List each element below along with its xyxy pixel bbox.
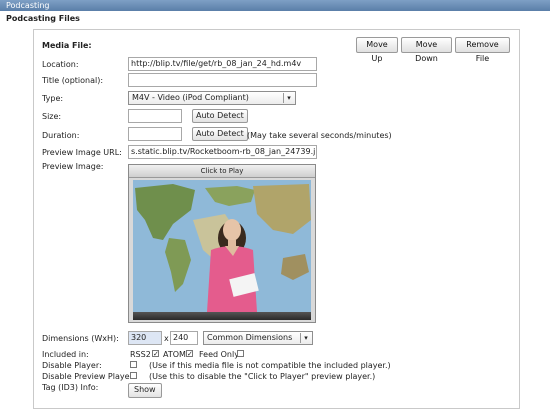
- included-in-label: Included in:: [42, 350, 89, 359]
- disable-preview-note: (Use this to disable the "Click to Playe…: [149, 372, 376, 381]
- remove-file-button[interactable]: Remove File: [455, 37, 510, 63]
- atom-checkbox[interactable]: ✓: [186, 350, 193, 358]
- media-file-panel: Media File: Move Up Move Down Remove Fil…: [33, 29, 520, 409]
- dimensions-separator: x: [164, 334, 169, 343]
- chevron-down-icon: ▾: [283, 93, 294, 103]
- duration-auto-detect-button[interactable]: Auto Detect: [192, 127, 248, 141]
- preview-image[interactable]: [133, 180, 311, 312]
- player-controls[interactable]: [133, 312, 311, 320]
- disable-preview-label: Disable Preview Player:: [42, 372, 136, 381]
- disable-preview-checkbox[interactable]: [130, 372, 137, 379]
- width-input[interactable]: 320: [128, 331, 162, 345]
- preview-image-label: Preview Image:: [42, 162, 104, 171]
- type-label: Type:: [42, 94, 64, 103]
- move-down-button[interactable]: Move Down: [401, 37, 452, 63]
- chevron-down-icon: ▾: [300, 333, 311, 343]
- type-select[interactable]: M4V - Video (iPod Compliant) ▾: [128, 91, 296, 105]
- preview-url-input[interactable]: s.static.blip.tv/Rocketboom-rb_08_jan_24…: [128, 145, 317, 159]
- window-title-bar: Podcasting: [0, 0, 550, 11]
- location-input[interactable]: http://blip.tv/file/get/rb_08_jan_24_hd.…: [128, 57, 317, 71]
- size-auto-detect-button[interactable]: Auto Detect: [192, 109, 248, 123]
- section-title: Podcasting Files: [6, 14, 80, 23]
- feed-only-label: Feed Only: [199, 350, 239, 359]
- rss2-checkbox[interactable]: ✓: [152, 350, 159, 358]
- preview-player[interactable]: Click to Play: [128, 164, 316, 323]
- disable-player-label: Disable Player:: [42, 361, 102, 370]
- click-to-play-caption[interactable]: Click to Play: [129, 165, 315, 178]
- size-input[interactable]: [128, 109, 182, 123]
- title-label: Title (optional):: [42, 76, 104, 85]
- preview-image-art: [133, 180, 311, 312]
- common-dimensions-select[interactable]: Common Dimensions ▾: [203, 331, 313, 345]
- check-icon: ✓: [187, 350, 193, 358]
- check-icon: ✓: [153, 350, 159, 358]
- move-up-button[interactable]: Move Up: [356, 37, 398, 63]
- window-title: Podcasting: [6, 1, 50, 10]
- media-file-heading: Media File:: [42, 41, 92, 50]
- disable-player-checkbox[interactable]: [130, 361, 137, 368]
- title-input[interactable]: [128, 73, 317, 87]
- common-dimensions-value: Common Dimensions: [207, 333, 293, 342]
- duration-note: (May take several seconds/minutes): [247, 131, 392, 140]
- size-label: Size:: [42, 112, 62, 121]
- tag-info-label: Tag (ID3) Info:: [42, 383, 99, 392]
- rss2-label: RSS2: [130, 350, 151, 359]
- atom-label: ATOM: [163, 350, 186, 359]
- location-label: Location:: [42, 60, 79, 69]
- feed-only-checkbox[interactable]: [237, 350, 244, 357]
- preview-url-label: Preview Image URL:: [42, 148, 122, 157]
- disable-player-note: (Use if this media file is not compatibl…: [149, 361, 391, 370]
- dimensions-label: Dimensions (WxH):: [42, 334, 119, 343]
- duration-label: Duration:: [42, 131, 80, 140]
- height-input[interactable]: 240: [170, 331, 198, 345]
- duration-input[interactable]: [128, 127, 182, 141]
- type-select-value: M4V - Video (iPod Compliant): [132, 93, 249, 102]
- show-tag-info-button[interactable]: Show: [128, 383, 162, 398]
